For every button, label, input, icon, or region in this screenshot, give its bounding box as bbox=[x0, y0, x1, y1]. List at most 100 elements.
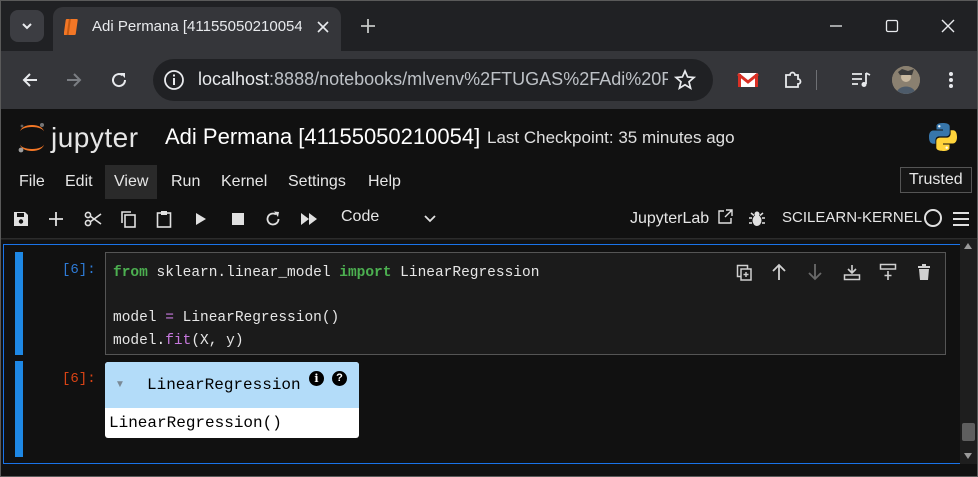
media-control-button[interactable] bbox=[848, 67, 874, 93]
input-collapser[interactable] bbox=[15, 252, 23, 355]
back-button[interactable] bbox=[17, 67, 43, 93]
output-collapser[interactable] bbox=[15, 361, 23, 457]
move-cell-down-button[interactable] bbox=[804, 261, 826, 283]
code-keyword-from: from bbox=[113, 265, 148, 281]
extensions-button[interactable] bbox=[780, 67, 806, 93]
menu-view[interactable]: View bbox=[105, 165, 158, 199]
arrow-down-icon bbox=[808, 264, 822, 281]
browser-tab[interactable]: Adi Permana [41155050210054] bbox=[53, 7, 341, 51]
last-checkpoint: Last Checkpoint: 35 minutes ago bbox=[487, 128, 735, 147]
estimator-name: LinearRegression bbox=[147, 376, 301, 394]
menu-help[interactable]: Help bbox=[359, 165, 410, 199]
menu-kernel[interactable]: Kernel bbox=[212, 165, 276, 199]
open-jupyterlab-link[interactable]: JupyterLab bbox=[630, 209, 733, 228]
profile-avatar[interactable] bbox=[892, 66, 920, 94]
scroll-up-arrow-icon[interactable] bbox=[963, 242, 973, 250]
menu-run[interactable]: Run bbox=[162, 165, 209, 199]
stop-icon bbox=[232, 213, 244, 225]
clipboard-icon bbox=[156, 211, 172, 228]
chevron-down-icon[interactable] bbox=[421, 210, 439, 228]
cut-button[interactable] bbox=[83, 209, 103, 229]
vertical-scrollbar[interactable] bbox=[960, 240, 977, 464]
scroll-down-arrow-icon[interactable] bbox=[963, 452, 973, 460]
help-icon[interactable]: ? bbox=[332, 371, 347, 386]
plus-icon bbox=[361, 19, 375, 33]
url-text: localhost:8888/notebooks/mlvenv%2FTUGAS%… bbox=[198, 69, 668, 90]
notebook-toolbar: Code JupyterLab SCILEARN-KERNEL bbox=[1, 199, 977, 239]
playlist-music-icon bbox=[852, 72, 871, 87]
caret-right-icon: ▼ bbox=[115, 379, 125, 390]
python-logo-icon bbox=[929, 123, 957, 151]
jupyter-logo-text: jupyter bbox=[51, 122, 139, 153]
insert-cell-button[interactable] bbox=[46, 209, 66, 229]
copy-button[interactable] bbox=[118, 209, 138, 229]
notebook-title[interactable]: Adi Permana [41155050210054] bbox=[165, 124, 480, 150]
estimator-header[interactable]: ▼ LinearRegression i ? bbox=[105, 362, 359, 408]
browser-toolbar: localhost:8888/notebooks/mlvenv%2FTUGAS%… bbox=[1, 51, 977, 109]
code-keyword-import: import bbox=[339, 265, 392, 281]
new-tab-button[interactable] bbox=[356, 14, 380, 38]
move-cell-up-button[interactable] bbox=[768, 261, 790, 283]
menu-lines-icon[interactable] bbox=[952, 211, 970, 227]
plus-icon bbox=[49, 212, 63, 226]
arrow-right-icon bbox=[67, 73, 82, 87]
jupyter-header: jupyter Adi Permana [41155050210054] Las… bbox=[1, 109, 977, 165]
browser-menu-button[interactable] bbox=[938, 67, 964, 93]
bookmark-star-icon[interactable] bbox=[673, 68, 697, 92]
tab-close-button[interactable] bbox=[312, 16, 334, 38]
run-cell-button[interactable] bbox=[191, 209, 211, 229]
restart-run-all-button[interactable] bbox=[299, 209, 319, 229]
tab-strip: Adi Permana [41155050210054] bbox=[1, 1, 977, 51]
info-icon[interactable]: i bbox=[309, 371, 324, 386]
scrollbar-thumb[interactable] bbox=[962, 423, 975, 441]
interrupt-kernel-button[interactable] bbox=[228, 209, 248, 229]
menu-edit[interactable]: Edit bbox=[56, 165, 102, 199]
window-close-button[interactable] bbox=[926, 10, 970, 42]
menu-settings[interactable]: Settings bbox=[279, 165, 355, 199]
code-editor[interactable]: from sklearn.linear_model import LinearR… bbox=[105, 252, 946, 355]
insert-below-icon bbox=[879, 263, 897, 280]
cell-type-select[interactable]: Code bbox=[341, 208, 379, 226]
maximize-button[interactable] bbox=[870, 10, 914, 42]
close-icon bbox=[941, 19, 955, 33]
code-operator: = bbox=[165, 310, 174, 326]
menu-file[interactable]: File bbox=[10, 165, 54, 199]
minimize-button[interactable] bbox=[814, 10, 858, 42]
site-info-icon[interactable] bbox=[163, 69, 185, 91]
gmail-icon bbox=[737, 72, 759, 87]
estimator-display: ▼ LinearRegression i ? LinearRegression(… bbox=[105, 362, 359, 438]
paste-button[interactable] bbox=[154, 209, 174, 229]
scissors-icon bbox=[84, 211, 102, 227]
save-icon bbox=[14, 212, 28, 226]
play-icon bbox=[196, 213, 206, 225]
close-icon bbox=[317, 21, 329, 33]
url-host: localhost bbox=[198, 69, 270, 89]
menu-bar: File Edit View Run Kernel Settings Help … bbox=[1, 165, 977, 199]
tab-search-button[interactable] bbox=[10, 10, 44, 42]
debugger-button[interactable] bbox=[747, 209, 767, 229]
gmail-extension-button[interactable] bbox=[735, 67, 761, 93]
kernel-name[interactable]: SCILEARN-KERNEL bbox=[782, 209, 922, 226]
duplicate-cell-button[interactable] bbox=[733, 261, 755, 283]
jupyter-logo[interactable]: jupyter bbox=[17, 121, 152, 155]
save-button[interactable] bbox=[11, 209, 31, 229]
trusted-indicator[interactable]: Trusted bbox=[900, 167, 972, 193]
copy-icon bbox=[121, 211, 136, 228]
notebook-panel: [6]: from sklearn.linear_model import Li… bbox=[1, 240, 977, 464]
browser-window: Adi Permana [41155050210054] localhost:8… bbox=[0, 0, 978, 477]
more-vertical-icon bbox=[949, 72, 953, 88]
restart-kernel-button[interactable] bbox=[263, 209, 283, 229]
bottom-edge bbox=[1, 464, 977, 476]
insert-cell-above-button[interactable] bbox=[841, 261, 863, 283]
forward-button[interactable] bbox=[61, 67, 87, 93]
reload-button[interactable] bbox=[106, 67, 132, 93]
address-bar[interactable]: localhost:8888/notebooks/mlvenv%2FTUGAS%… bbox=[153, 59, 713, 101]
insert-cell-below-button[interactable] bbox=[877, 261, 899, 283]
url-path: :8888/notebooks/mlvenv%2FTUGAS%2FAdi%20P… bbox=[269, 69, 668, 89]
fast-forward-icon bbox=[301, 213, 317, 225]
arrow-up-icon bbox=[772, 263, 786, 280]
puzzle-icon bbox=[785, 71, 802, 88]
delete-cell-button[interactable] bbox=[913, 261, 935, 283]
input-prompt: [6]: bbox=[62, 262, 96, 278]
output-prompt: [6]: bbox=[62, 371, 96, 387]
